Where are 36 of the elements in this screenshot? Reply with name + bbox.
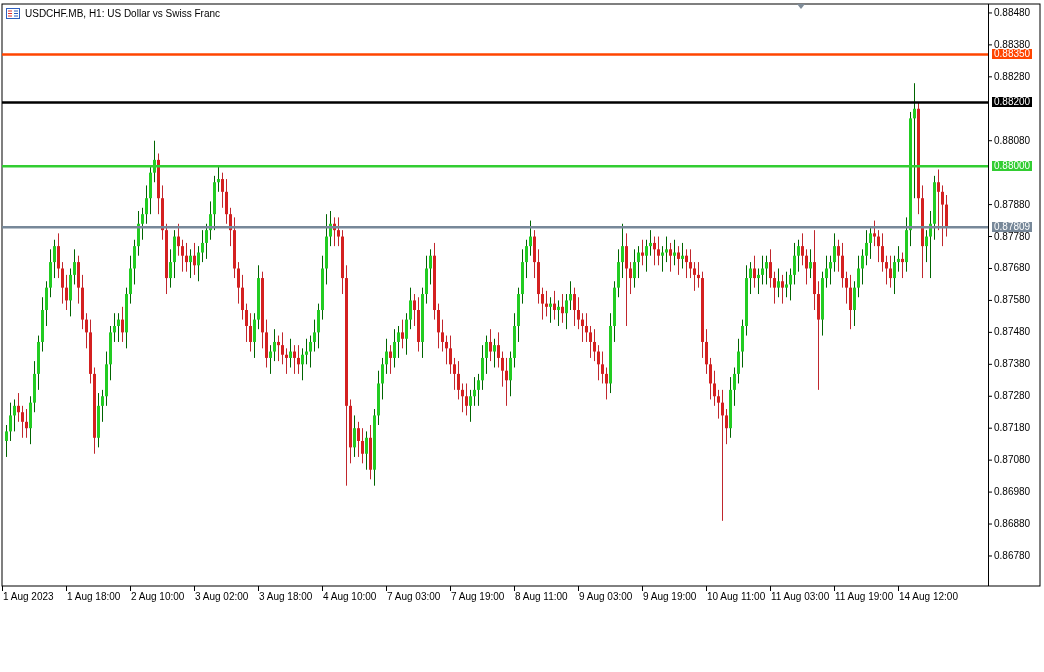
time-label: 4 Aug 10:00 <box>323 591 377 602</box>
time-label: 11 Aug 03:00 <box>771 591 830 602</box>
time-label: 11 Aug 19:00 <box>835 591 894 602</box>
price-label: 0.87580 <box>994 294 1031 306</box>
price-label: 0.86980 <box>994 486 1031 498</box>
time-label: 7 Aug 03:00 <box>387 591 441 602</box>
price-label: 0.88280 <box>994 70 1031 82</box>
time-label: 2 Aug 10:00 <box>131 591 185 602</box>
price-label: 0.88380 <box>994 38 1031 50</box>
time-label: 7 Aug 19:00 <box>451 591 505 602</box>
time-label: 8 Aug 11:00 <box>515 591 568 602</box>
price-tag: 0.88200 <box>992 97 1032 108</box>
price-label: 0.87880 <box>994 198 1031 210</box>
price-tag: 0.87809 <box>992 222 1032 233</box>
time-label: 14 Aug 12:00 <box>899 591 958 602</box>
price-label: 0.87480 <box>994 326 1031 338</box>
time-label: 9 Aug 19:00 <box>643 591 697 602</box>
price-label: 0.87380 <box>994 358 1031 370</box>
price-label: 0.88480 <box>994 6 1031 18</box>
price-tag: 0.88350 <box>992 49 1032 60</box>
price-label: 0.86780 <box>994 549 1031 561</box>
price-label: 0.87180 <box>994 422 1031 434</box>
price-tag: 0.88000 <box>992 161 1032 172</box>
price-label: 0.87280 <box>994 390 1031 402</box>
time-label: 10 Aug 11:00 <box>707 591 766 602</box>
time-label: 3 Aug 18:00 <box>259 591 313 602</box>
price-label: 0.87780 <box>994 230 1031 242</box>
price-label: 0.87080 <box>994 454 1031 466</box>
price-label: 0.87680 <box>994 262 1031 274</box>
chart-title: USDCHF.MB, H1: US Dollar vs Swiss Franc <box>25 8 221 19</box>
price-label: 0.86880 <box>994 518 1031 530</box>
time-label: 9 Aug 03:00 <box>579 591 633 602</box>
price-label: 0.88080 <box>994 134 1031 146</box>
time-label: 1 Aug 2023 <box>3 591 54 602</box>
time-label: 3 Aug 02:00 <box>195 591 249 602</box>
time-label: 1 Aug 18:00 <box>67 591 121 602</box>
